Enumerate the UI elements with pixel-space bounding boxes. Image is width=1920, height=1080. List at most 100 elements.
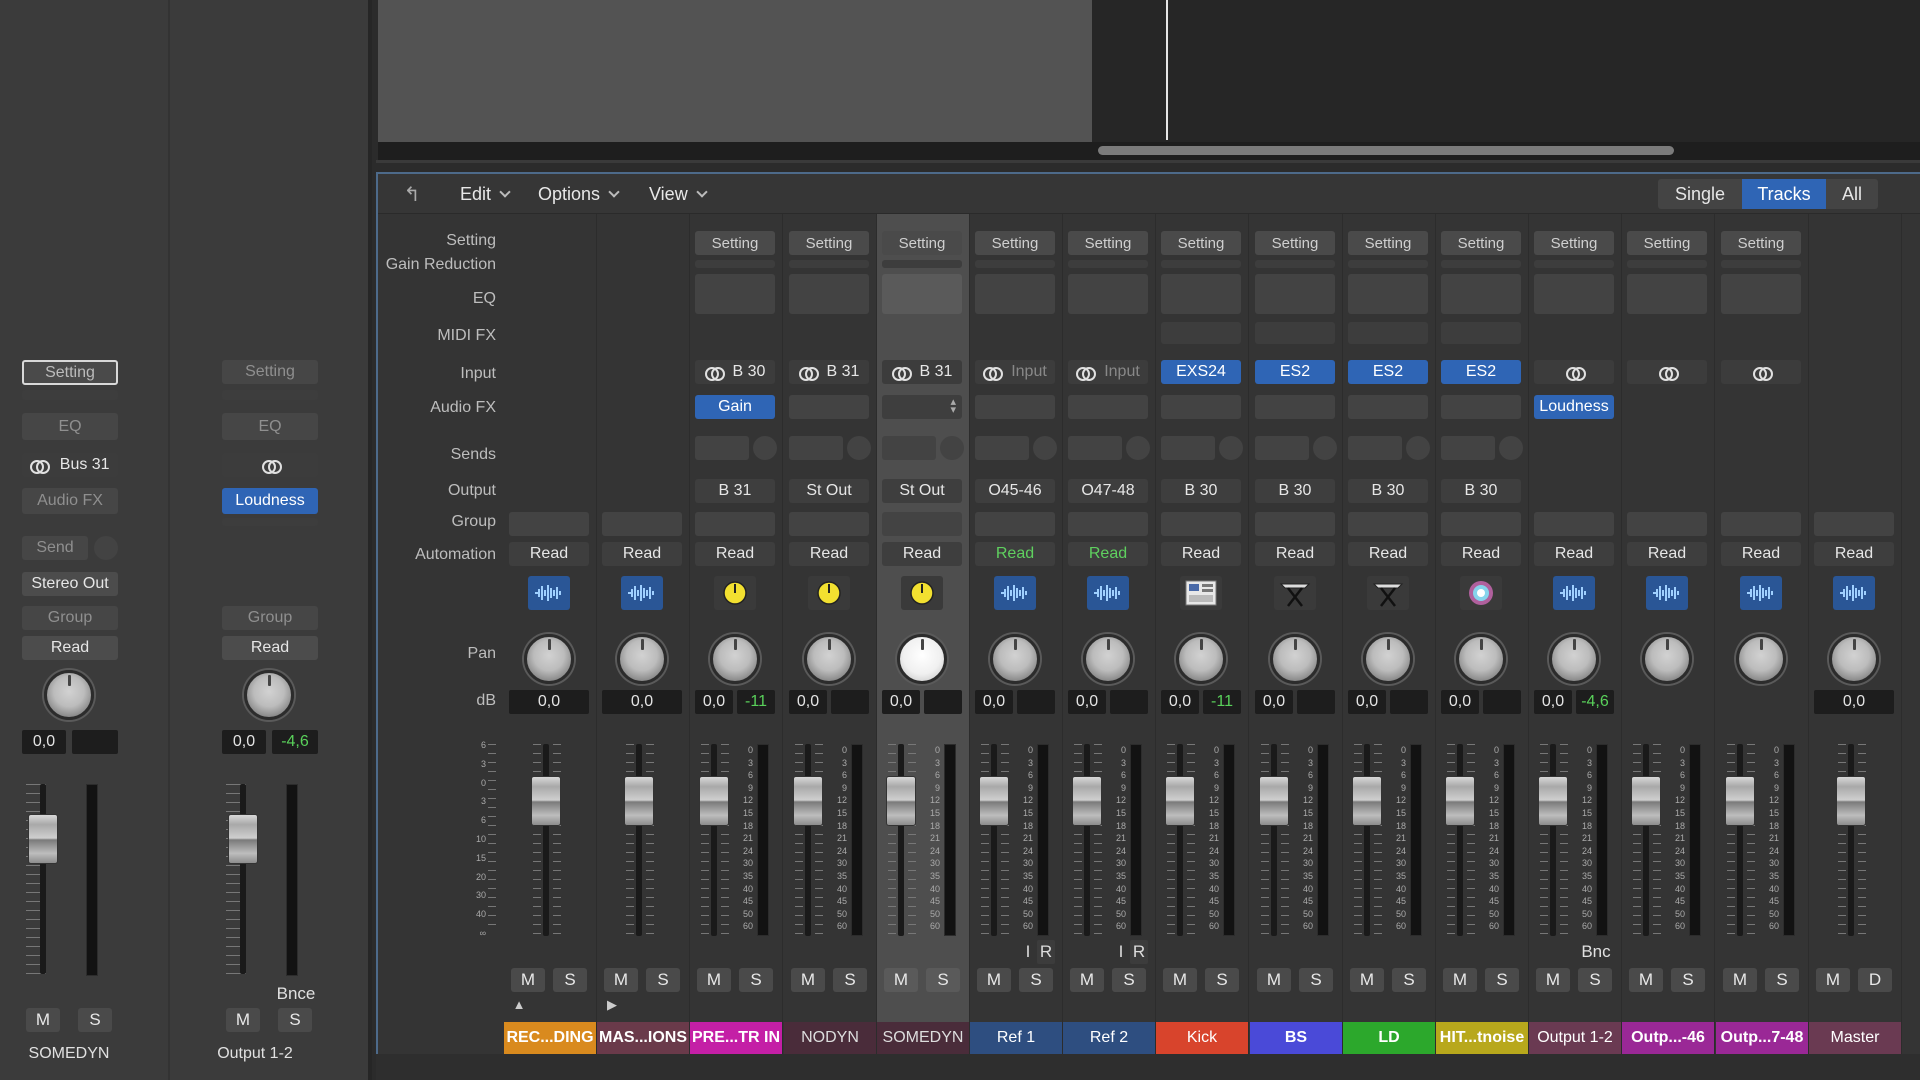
mute-button[interactable]: M: [1070, 968, 1104, 992]
waveform-icon[interactable]: [528, 576, 570, 610]
input-slot[interactable]: ES2: [1255, 360, 1335, 384]
group-slot[interactable]: [1348, 512, 1428, 536]
audio-fx-slot[interactable]: [1068, 395, 1148, 419]
waveform-icon[interactable]: [1646, 576, 1688, 610]
send-level-knob[interactable]: [1499, 436, 1523, 460]
volume-value[interactable]: 0,0: [789, 690, 827, 714]
send-slot[interactable]: [1255, 436, 1309, 460]
bounce-button[interactable]: Bnc: [1574, 942, 1618, 964]
waveform-icon[interactable]: [994, 576, 1036, 610]
input-slot[interactable]: ES2: [1348, 360, 1428, 384]
automation-mode-button[interactable]: Read: [975, 542, 1055, 566]
group-slot[interactable]: [882, 512, 962, 536]
audio-fx-slot[interactable]: [1255, 395, 1335, 419]
solo-button[interactable]: S: [739, 968, 773, 992]
channel-name[interactable]: BS: [1250, 1022, 1342, 1054]
volume-value[interactable]: 0,0: [1255, 690, 1293, 714]
eq-thumbnail[interactable]: [1348, 274, 1428, 314]
channel-name[interactable]: PRE...TR IN: [690, 1022, 782, 1054]
eq-thumbnail[interactable]: [882, 274, 962, 314]
pan-knob[interactable]: [1270, 634, 1320, 684]
synth-stand-icon[interactable]: [1274, 576, 1316, 610]
volume-value[interactable]: 0,0: [1534, 690, 1572, 714]
setting-button[interactable]: Setting: [789, 231, 869, 255]
send-level-knob[interactable]: [1126, 436, 1150, 460]
solo-button[interactable]: S: [646, 968, 680, 992]
volume-fader[interactable]: [1165, 776, 1195, 826]
volume-fader[interactable]: [979, 776, 1009, 826]
volume-fader[interactable]: [1836, 776, 1866, 826]
input-slot[interactable]: B 31: [882, 360, 962, 384]
dim-button[interactable]: D: [1858, 968, 1892, 992]
eq-thumbnail[interactable]: [1721, 274, 1801, 314]
eq-thumbnail[interactable]: [1255, 274, 1335, 314]
pan-knob[interactable]: [617, 634, 667, 684]
send-slot[interactable]: [1068, 436, 1122, 460]
automation-mode-button[interactable]: Read: [1161, 542, 1241, 566]
volume-value[interactable]: 0,0: [509, 690, 589, 714]
solo-button[interactable]: S: [1392, 968, 1426, 992]
solo-button[interactable]: S: [1671, 968, 1705, 992]
input-slot[interactable]: Input: [1068, 360, 1148, 384]
audio-fx-slot[interactable]: [1441, 395, 1521, 419]
send-slot[interactable]: [975, 436, 1029, 460]
mute-button[interactable]: M: [1629, 968, 1663, 992]
setting-button[interactable]: Setting: [882, 231, 962, 255]
channel-name[interactable]: Ref 2: [1063, 1022, 1155, 1054]
audio-fx-slot[interactable]: ▴ ▾: [882, 395, 962, 419]
eq-thumbnail[interactable]: [1161, 274, 1241, 314]
automation-mode-button[interactable]: Read: [1348, 542, 1428, 566]
setting-button[interactable]: Setting: [1068, 231, 1148, 255]
send-slot[interactable]: [1441, 436, 1495, 460]
channel-name[interactable]: Output 1-2: [1529, 1022, 1621, 1054]
send-slot[interactable]: [882, 436, 936, 460]
sampler-icon[interactable]: [1180, 576, 1222, 610]
output-button[interactable]: St Out: [789, 479, 869, 503]
midi-fx-slot[interactable]: [1255, 322, 1335, 344]
pan-knob[interactable]: [804, 634, 854, 684]
input-slot[interactable]: ES2: [1441, 360, 1521, 384]
midi-fx-slot[interactable]: [1161, 322, 1241, 344]
group-slot[interactable]: [1068, 512, 1148, 536]
output-button[interactable]: B 31: [695, 479, 775, 503]
pan-knob[interactable]: [1176, 634, 1226, 684]
setting-button[interactable]: Setting: [695, 231, 775, 255]
automation-mode-button[interactable]: Read: [602, 542, 682, 566]
audio-fx-slot[interactable]: [1161, 395, 1241, 419]
output-button[interactable]: B 30: [1441, 479, 1521, 503]
mute-button[interactable]: M: [1536, 968, 1570, 992]
pan-knob[interactable]: [710, 634, 760, 684]
volume-fader[interactable]: [1631, 776, 1661, 826]
channel-name[interactable]: REC...DING: [504, 1022, 596, 1054]
mute-button[interactable]: M: [1723, 968, 1757, 992]
input-monitor-button[interactable]: I: [1019, 940, 1037, 964]
pan-knob[interactable]: [1456, 634, 1506, 684]
waveform-icon[interactable]: [621, 576, 663, 610]
input-slot[interactable]: [1627, 360, 1707, 384]
automation-mode-button[interactable]: Read: [882, 542, 962, 566]
output-button[interactable]: B 30: [1255, 479, 1335, 503]
solo-button[interactable]: S: [1019, 968, 1053, 992]
channel-name[interactable]: Outp...7-48: [1716, 1022, 1808, 1054]
automation-mode-button[interactable]: Read: [1814, 542, 1894, 566]
mute-button[interactable]: M: [884, 968, 918, 992]
channel-name[interactable]: LD: [1343, 1022, 1435, 1054]
channel-name[interactable]: MAS...IONS: [597, 1022, 689, 1054]
volume-fader[interactable]: [1352, 776, 1382, 826]
group-slot[interactable]: [1441, 512, 1521, 536]
waveform-icon[interactable]: [1553, 576, 1595, 610]
group-slot[interactable]: [1161, 512, 1241, 536]
channel-name[interactable]: Ref 1: [970, 1022, 1062, 1054]
solo-button[interactable]: S: [1765, 968, 1799, 992]
pan-knob[interactable]: [1363, 634, 1413, 684]
yellow-dial-icon[interactable]: [808, 576, 850, 610]
send-level-knob[interactable]: [847, 436, 871, 460]
setting-button[interactable]: Setting: [1534, 231, 1614, 255]
mute-button[interactable]: M: [697, 968, 731, 992]
expand-up-icon[interactable]: ▲: [511, 997, 527, 1013]
input-slot[interactable]: Input: [975, 360, 1055, 384]
volume-fader[interactable]: [1445, 776, 1475, 826]
setting-button[interactable]: Setting: [975, 231, 1055, 255]
synth-stand-icon[interactable]: [1367, 576, 1409, 610]
pan-knob[interactable]: [1736, 634, 1786, 684]
